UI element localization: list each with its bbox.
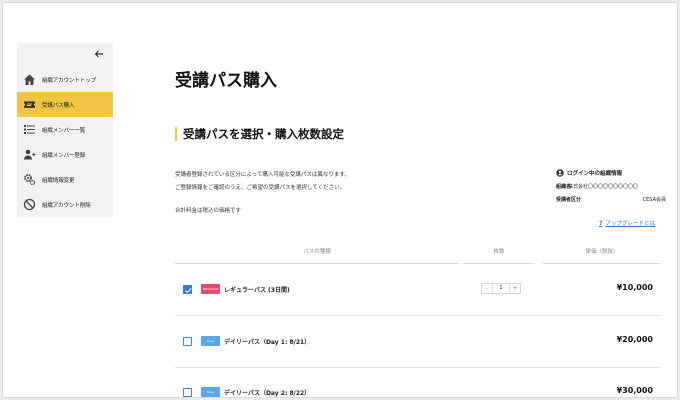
sidebar: 組織アカウントトップ 受講パス購入 組織メンバー一覧 組織メンバー登録 組織情報	[17, 43, 113, 217]
tax-note: 合計料金は税込の価格です	[175, 208, 242, 214]
sidebar-item-account-delete[interactable]: 組織アカウント削除	[17, 192, 113, 217]
checkbox-daily-pass-day1[interactable]	[183, 337, 192, 346]
home-icon	[23, 73, 36, 86]
sidebar-item-pass-purchase[interactable]: 受講パス購入	[17, 92, 113, 117]
pass-price: ¥10,000	[616, 283, 653, 292]
prohibited-icon	[23, 198, 36, 211]
category-row: 受講者区分 CESA会員	[556, 194, 666, 207]
table-row: REGULAR レギュラーパス (3日間) - 1 + ¥10,000	[175, 265, 661, 315]
list-icon	[23, 123, 36, 136]
column-header-price: 単価（税抜）	[585, 249, 619, 255]
header-underline	[543, 263, 661, 264]
org-name-row: 組織名 株式会社〇〇〇〇〇〇〇〇〇〇	[556, 181, 666, 194]
ticket-badge-icon: Daily	[201, 387, 220, 397]
app-window: 組織アカウントトップ 受講パス購入 組織メンバー一覧 組織メンバー登録 組織情報	[2, 2, 678, 398]
sidebar-item-member-register[interactable]: 組織メンバー登録	[17, 142, 113, 167]
description-line-1: 受講者登録されている区分によって購入可能な受講パスは異なります。	[175, 172, 350, 178]
ticket-icon	[23, 98, 36, 111]
category-value: CESA会員	[642, 197, 666, 203]
pass-name: レギュラーパス (3日間)	[224, 287, 290, 294]
increment-button[interactable]: +	[510, 285, 520, 292]
sidebar-item-label: 組織情報変更	[42, 177, 75, 184]
sidebar-item-account-top[interactable]: 組織アカウントトップ	[17, 67, 113, 92]
pass-name: デイリーパス（Day 1: 8/21）	[224, 339, 311, 346]
pass-name: デイリーパス（Day 2: 8/22）	[224, 390, 311, 397]
sidebar-item-label: 組織メンバー一覧	[42, 127, 86, 134]
sidebar-item-label: 組織メンバー登録	[42, 152, 86, 159]
ticket-badge-text: REGULAR	[203, 287, 218, 291]
gear-icon	[23, 173, 36, 186]
page-title: 受講パス購入	[175, 71, 277, 91]
login-info-heading: ログイン中の組織情報	[556, 168, 666, 178]
back-arrow-icon[interactable]	[93, 48, 105, 60]
sidebar-item-label: 受講パス購入	[42, 102, 75, 109]
description-line-2: ご登録情報をご確認のうえ、ご希望の受講パスを選択してください。	[175, 185, 346, 191]
category-label: 受講者区分	[556, 197, 582, 203]
decrement-button[interactable]: -	[482, 285, 492, 292]
ticket-badge-icon: REGULAR	[201, 284, 220, 294]
column-header-type: パスの種類	[303, 249, 331, 255]
add-user-icon	[23, 148, 36, 161]
quantity-input[interactable]: 1	[492, 284, 510, 293]
sidebar-item-member-list[interactable]: 組織メンバー一覧	[17, 117, 113, 142]
sidebar-item-label: 組織アカウント削除	[42, 202, 91, 209]
user-icon	[556, 169, 564, 177]
table-row: Daily デイリーパス（Day 1: 8/21） ¥20,000	[175, 316, 661, 366]
org-name-value: 株式会社〇〇〇〇〇〇〇〇〇〇	[568, 184, 639, 190]
column-header-count: 枚数	[493, 249, 505, 255]
ticket-badge-text: Daily	[206, 339, 215, 343]
table-row: Daily デイリーパス（Day 2: 8/22） ¥30,000	[175, 368, 661, 397]
header-underline	[463, 263, 535, 264]
ticket-badge-icon: Daily	[201, 336, 220, 346]
header-underline	[175, 263, 459, 264]
pass-price: ¥30,000	[616, 386, 653, 395]
checkbox-regular-pass[interactable]	[183, 285, 192, 294]
login-info-heading-text: ログイン中の組織情報	[567, 171, 623, 177]
ticket-badge-text: Daily	[206, 390, 215, 394]
help-icon: ?	[599, 219, 603, 227]
checkbox-daily-pass-day2[interactable]	[183, 388, 192, 397]
sidebar-item-org-edit[interactable]: 組織情報変更	[17, 167, 113, 192]
sidebar-item-label: 組織アカウントトップ	[42, 77, 97, 84]
quantity-stepper: - 1 +	[481, 283, 521, 294]
pass-price: ¥20,000	[616, 335, 653, 344]
section-title: 受講パスを選択・購入枚数設定	[175, 127, 344, 141]
upgrade-help-link[interactable]: ? アップグレードとは	[599, 219, 655, 228]
upgrade-help-link-label: アップグレードとは	[605, 221, 655, 227]
login-info-panel: ログイン中の組織情報 組織名 株式会社〇〇〇〇〇〇〇〇〇〇 受講者区分 CESA…	[556, 168, 666, 207]
